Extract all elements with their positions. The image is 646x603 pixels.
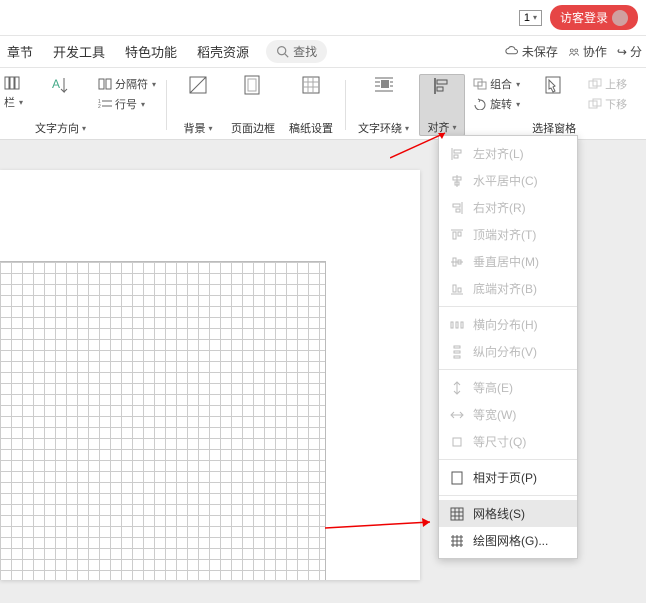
login-label: 访客登录 xyxy=(560,9,608,26)
menu-align-hcenter[interactable]: 水平居中(C) xyxy=(439,167,577,194)
gridlines-icon xyxy=(449,506,465,522)
menu-gridlines[interactable]: 网格线(S) xyxy=(439,500,577,527)
title-bar: 1 ▾ 访客登录 xyxy=(0,0,646,36)
menu-align-vcenter[interactable]: 垂直居中(M) xyxy=(439,248,577,275)
manuscript-icon xyxy=(300,74,322,96)
align-left-icon xyxy=(449,146,465,162)
tab-chapter[interactable]: 章节 xyxy=(4,42,36,61)
pageborder-icon xyxy=(242,74,264,96)
grid-area xyxy=(0,261,326,580)
menu-separator xyxy=(439,459,577,460)
menu-align-bottom[interactable]: 底端对齐(B) xyxy=(439,275,577,302)
draw-grid-icon xyxy=(449,533,465,549)
selectpane-icon xyxy=(543,74,565,96)
linenum-icon: 12 xyxy=(98,98,112,110)
page-num: 1 xyxy=(524,12,530,24)
menu-dist-h[interactable]: 横向分布(H) xyxy=(439,311,577,338)
menu-align-top[interactable]: 顶端对齐(T) xyxy=(439,221,577,248)
columns-button[interactable]: 栏▾ xyxy=(4,94,23,110)
search-icon xyxy=(276,45,289,58)
selectpane-button[interactable]: 选择窗格 xyxy=(528,74,580,136)
align-dropdown-menu: 左对齐(L) 水平居中(C) 右对齐(R) 顶端对齐(T) 垂直居中(M) 底端… xyxy=(438,135,578,559)
pagebreak-button[interactable]: 分隔符▾ xyxy=(98,76,156,92)
moveup-button[interactable]: 上移 xyxy=(588,76,627,92)
menu-align-left[interactable]: 左对齐(L) xyxy=(439,140,577,167)
status-items: 未保存 协作 ↪ 分 xyxy=(505,43,642,60)
avatar-icon xyxy=(612,10,628,26)
align-right-icon xyxy=(449,200,465,216)
unsaved-status[interactable]: 未保存 xyxy=(505,43,558,60)
search-box[interactable]: 查找 xyxy=(266,40,327,63)
text-direction-button[interactable]: A 文字方向▾ xyxy=(31,74,90,136)
menu-separator xyxy=(439,369,577,370)
svg-text:2: 2 xyxy=(98,104,101,110)
align-button[interactable]: 对齐▾ xyxy=(419,74,465,136)
menu-separator xyxy=(439,306,577,307)
share-button[interactable]: ↪ 分 xyxy=(617,43,642,60)
eq-size-icon xyxy=(449,434,465,450)
menu-dist-v[interactable]: 纵向分布(V) xyxy=(439,338,577,365)
rel-page-icon xyxy=(449,470,465,486)
toolbar: 栏▾ A 文字方向▾ 分隔符▾ 12 行号▾ 背景▾ 页面 xyxy=(0,68,646,140)
document-page[interactable] xyxy=(0,170,420,580)
menu-eq-width[interactable]: 等宽(W) xyxy=(439,401,577,428)
collab-icon xyxy=(568,46,580,58)
linenum-button[interactable]: 12 行号▾ xyxy=(98,96,156,112)
svg-text:A: A xyxy=(52,77,60,91)
group-button[interactable]: 组合▾ xyxy=(473,76,520,92)
align-vcenter-icon xyxy=(449,254,465,270)
divider xyxy=(166,80,167,130)
menu-eq-size[interactable]: 等尺寸(Q) xyxy=(439,428,577,455)
ribbon-tabs: 章节 开发工具 特色功能 稻壳资源 查找 未保存 协作 ↪ 分 xyxy=(0,36,646,68)
chevron-down-icon: ▾ xyxy=(533,13,537,22)
movedown-button[interactable]: 下移 xyxy=(588,96,627,112)
manuscript-button[interactable]: 稿纸设置 xyxy=(285,74,337,136)
text-direction-icon: A xyxy=(50,74,72,96)
menu-align-right[interactable]: 右对齐(R) xyxy=(439,194,577,221)
collab-button[interactable]: 协作 xyxy=(568,43,607,60)
group-icon xyxy=(473,78,487,90)
divider xyxy=(345,80,346,130)
dist-h-icon xyxy=(449,317,465,333)
eq-height-icon xyxy=(449,380,465,396)
moveup-icon xyxy=(588,78,602,90)
menu-eq-height[interactable]: 等高(E) xyxy=(439,374,577,401)
page-indicator[interactable]: 1 ▾ xyxy=(519,10,542,26)
guest-login-button[interactable]: 访客登录 xyxy=(550,5,638,30)
rotate-button[interactable]: 旋转▾ xyxy=(473,96,520,112)
align-top-icon xyxy=(449,227,465,243)
search-placeholder: 查找 xyxy=(293,43,317,60)
align-icon xyxy=(431,75,453,97)
align-hcenter-icon xyxy=(449,173,465,189)
cloud-icon xyxy=(505,45,519,59)
textwrap-button[interactable]: 文字环绕▾ xyxy=(354,74,413,136)
tab-special[interactable]: 特色功能 xyxy=(122,42,180,61)
tab-devtools[interactable]: 开发工具 xyxy=(50,42,108,61)
menu-separator xyxy=(439,495,577,496)
textwrap-icon xyxy=(373,74,395,96)
rotate-icon xyxy=(473,98,487,110)
menu-draw-grid[interactable]: 绘图网格(G)... xyxy=(439,527,577,554)
menu-rel-page[interactable]: 相对于页(P) xyxy=(439,464,577,491)
tab-docer[interactable]: 稻壳资源 xyxy=(194,42,252,61)
align-bottom-icon xyxy=(449,281,465,297)
background-button[interactable]: 背景▾ xyxy=(175,74,221,136)
movedown-icon xyxy=(588,98,602,110)
dist-v-icon xyxy=(449,344,465,360)
share-icon: ↪ xyxy=(617,45,627,59)
background-icon xyxy=(187,74,209,96)
pageborder-button[interactable]: 页面边框 xyxy=(227,74,279,136)
pagebreak-icon xyxy=(98,78,112,90)
eq-width-icon xyxy=(449,407,465,423)
columns-icon[interactable] xyxy=(4,76,23,90)
